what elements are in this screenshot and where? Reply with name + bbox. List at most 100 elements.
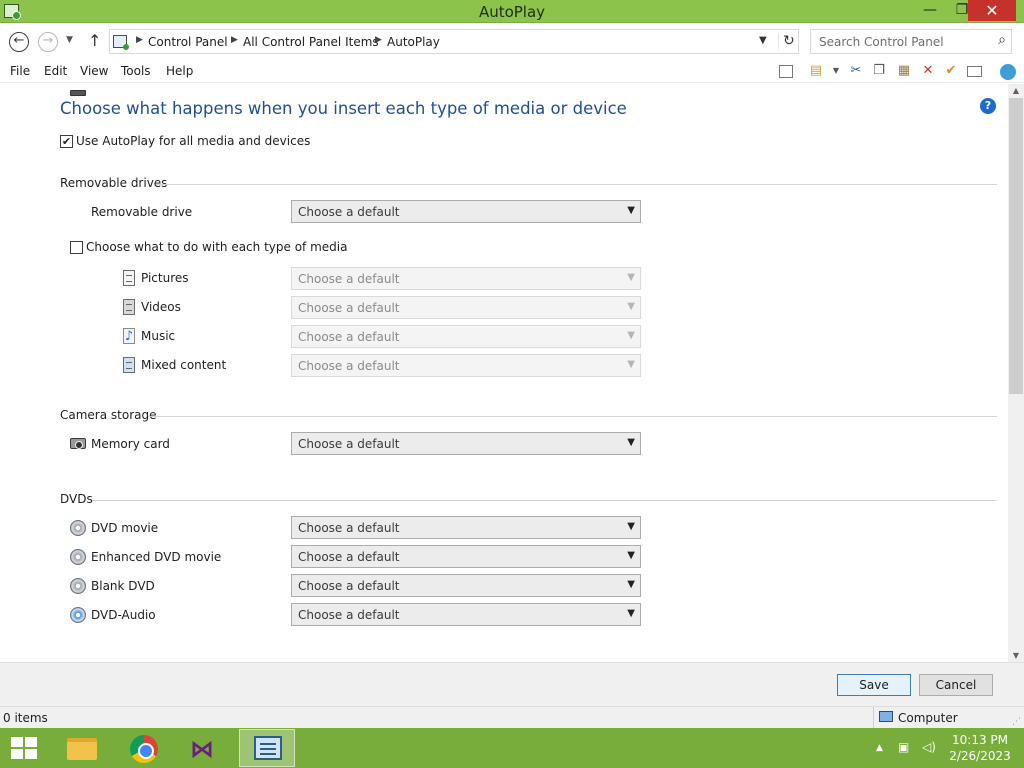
paste-icon[interactable]: ▦ (896, 63, 912, 79)
chevron-down-icon: ▼ (627, 579, 635, 590)
volume-icon[interactable]: ◁) (922, 740, 936, 754)
breadcrumb-separator-icon[interactable]: ▶ (231, 35, 238, 45)
search-icon[interactable]: ⌕ (998, 32, 1006, 48)
properties-icon[interactable]: ▤ (808, 63, 824, 79)
windows-start-icon[interactable] (11, 737, 37, 760)
select-value: Choose a default (298, 521, 400, 535)
taskbar-control-panel[interactable] (239, 729, 295, 767)
mixed-content-label: Mixed content (141, 358, 227, 372)
copy-icon[interactable]: ❐ (871, 63, 887, 79)
breadcrumb-separator-icon[interactable]: ▶ (136, 35, 143, 45)
resize-grip-icon[interactable]: ⋰ (1012, 717, 1021, 727)
enhanced-dvd-movie-label: Enhanced DVD movie (91, 550, 222, 564)
breadcrumb-all-items[interactable]: All Control Panel Items (243, 35, 379, 49)
mixed-content-icon (123, 357, 135, 373)
scroll-thumb[interactable] (1009, 98, 1023, 394)
help-icon[interactable]: ? (980, 98, 996, 114)
taskbar-visual-studio[interactable]: ⋈ (177, 729, 233, 767)
network-icon[interactable]: ▣ (898, 740, 909, 754)
dvd-audio-select[interactable]: Choose a default ▼ (291, 603, 641, 626)
use-autoplay-checkbox[interactable]: ✔ (60, 135, 73, 148)
forward-button[interactable]: → (38, 32, 58, 52)
select-value: Choose a default (298, 272, 400, 286)
section-divider (92, 500, 997, 501)
menu-edit[interactable]: Edit (44, 64, 67, 78)
checkmark-icon[interactable]: ✔ (943, 63, 959, 79)
breadcrumb-control-panel[interactable]: Control Panel (148, 35, 228, 49)
minimize-button[interactable]: — (916, 0, 944, 21)
scroll-up-icon[interactable]: ▲ (1008, 86, 1024, 95)
music-select: Choose a default ▼ (291, 325, 641, 348)
search-box[interactable]: Search Control Panel ⌕ (810, 29, 1012, 54)
removable-drive-icon (70, 90, 86, 96)
dvd-movie-select[interactable]: Choose a default ▼ (291, 516, 641, 539)
section-camera-storage: Camera storage (60, 408, 157, 422)
back-button[interactable]: ← (9, 32, 29, 52)
status-bar: 0 items Computer ⋰ (0, 706, 1024, 729)
computer-icon (879, 711, 893, 722)
status-location: Computer (873, 707, 958, 729)
vertical-scrollbar[interactable]: ▲ ▼ (1008, 84, 1024, 662)
address-bar[interactable]: ▶ Control Panel ▶ All Control Panel Item… (109, 29, 799, 54)
menu-view[interactable]: View (80, 64, 108, 78)
dvd-movie-icon (70, 520, 86, 536)
use-autoplay-label[interactable]: Use AutoPlay for all media and devices (76, 134, 310, 148)
select-value: Choose a default (298, 579, 400, 593)
recent-locations-chevron-down-icon[interactable]: ▼ (66, 35, 73, 45)
mixed-content-select: Choose a default ▼ (291, 354, 641, 377)
chevron-down-icon: ▼ (627, 437, 635, 448)
each-media-checkbox[interactable] (70, 241, 83, 254)
system-clock[interactable]: 10:13 PM 2/26/2023 (940, 732, 1020, 764)
breadcrumb-autoplay[interactable]: AutoPlay (387, 35, 440, 49)
breadcrumb-separator-icon[interactable]: ▶ (375, 35, 382, 45)
select-value: Choose a default (298, 550, 400, 564)
control-panel-icon (254, 736, 282, 760)
blank-dvd-label: Blank DVD (91, 579, 155, 593)
visual-studio-icon: ⋈ (190, 735, 214, 763)
section-divider (148, 416, 997, 417)
menu-file[interactable]: File (10, 64, 30, 78)
pictures-icon (123, 270, 135, 286)
rename-icon[interactable] (967, 66, 982, 77)
scroll-down-icon[interactable]: ▼ (1008, 651, 1024, 660)
section-divider (156, 184, 997, 185)
select-value: Choose a default (298, 330, 400, 344)
music-icon: ♪ (123, 328, 135, 344)
section-removable-drives: Removable drives (60, 176, 168, 190)
menu-help[interactable]: Help (166, 64, 193, 78)
cancel-button[interactable]: Cancel (919, 674, 993, 696)
properties-chevron-down-icon[interactable]: ▼ (828, 63, 844, 79)
memory-card-select[interactable]: Choose a default ▼ (291, 432, 641, 455)
delete-icon[interactable]: ✕ (920, 63, 936, 79)
taskbar: ⋈ ▲ ▣ ◁) 10:13 PM 2/26/2023 (0, 728, 1024, 768)
taskbar-file-explorer[interactable] (52, 729, 108, 767)
close-button[interactable]: ✕ (968, 0, 1016, 21)
chevron-down-icon: ▼ (627, 301, 635, 312)
each-media-label[interactable]: Choose what to do with each type of medi… (86, 240, 347, 254)
blank-dvd-select[interactable]: Choose a default ▼ (291, 574, 641, 597)
dvd-movie-label: DVD movie (91, 521, 159, 535)
page-title: Choose what happens when you insert each… (60, 99, 627, 118)
blank-dvd-icon (70, 578, 86, 594)
save-button[interactable]: Save (837, 674, 911, 696)
address-chevron-down-icon[interactable]: ▼ (759, 35, 767, 46)
globe-icon[interactable] (1000, 64, 1016, 80)
chrome-icon (130, 735, 158, 763)
taskbar-chrome[interactable] (116, 729, 172, 767)
removable-drive-select[interactable]: Choose a default ▼ (291, 200, 641, 223)
menu-bar: File Edit View Tools Help ▤ ▼ ✂ ❐ ▦ ✕ ✔ (0, 59, 1024, 83)
cut-icon[interactable]: ✂ (848, 63, 864, 79)
up-arrow-icon[interactable]: ↑ (88, 31, 101, 50)
videos-icon (123, 299, 135, 315)
show-hidden-icons-chevron-up-icon[interactable]: ▲ (876, 743, 883, 753)
enhanced-dvd-movie-select[interactable]: Choose a default ▼ (291, 545, 641, 568)
menu-tools[interactable]: Tools (121, 64, 151, 78)
chevron-down-icon: ▼ (627, 330, 635, 341)
layout-icon[interactable] (779, 65, 793, 78)
search-input[interactable]: Search Control Panel (819, 35, 944, 49)
title-bar: AutoPlay — ❐ ✕ (0, 0, 1024, 23)
window-title: AutoPlay (478, 3, 546, 21)
select-value: Choose a default (298, 301, 400, 315)
clock-time: 10:13 PM (952, 733, 1008, 747)
refresh-icon[interactable]: ↻ (778, 33, 798, 49)
